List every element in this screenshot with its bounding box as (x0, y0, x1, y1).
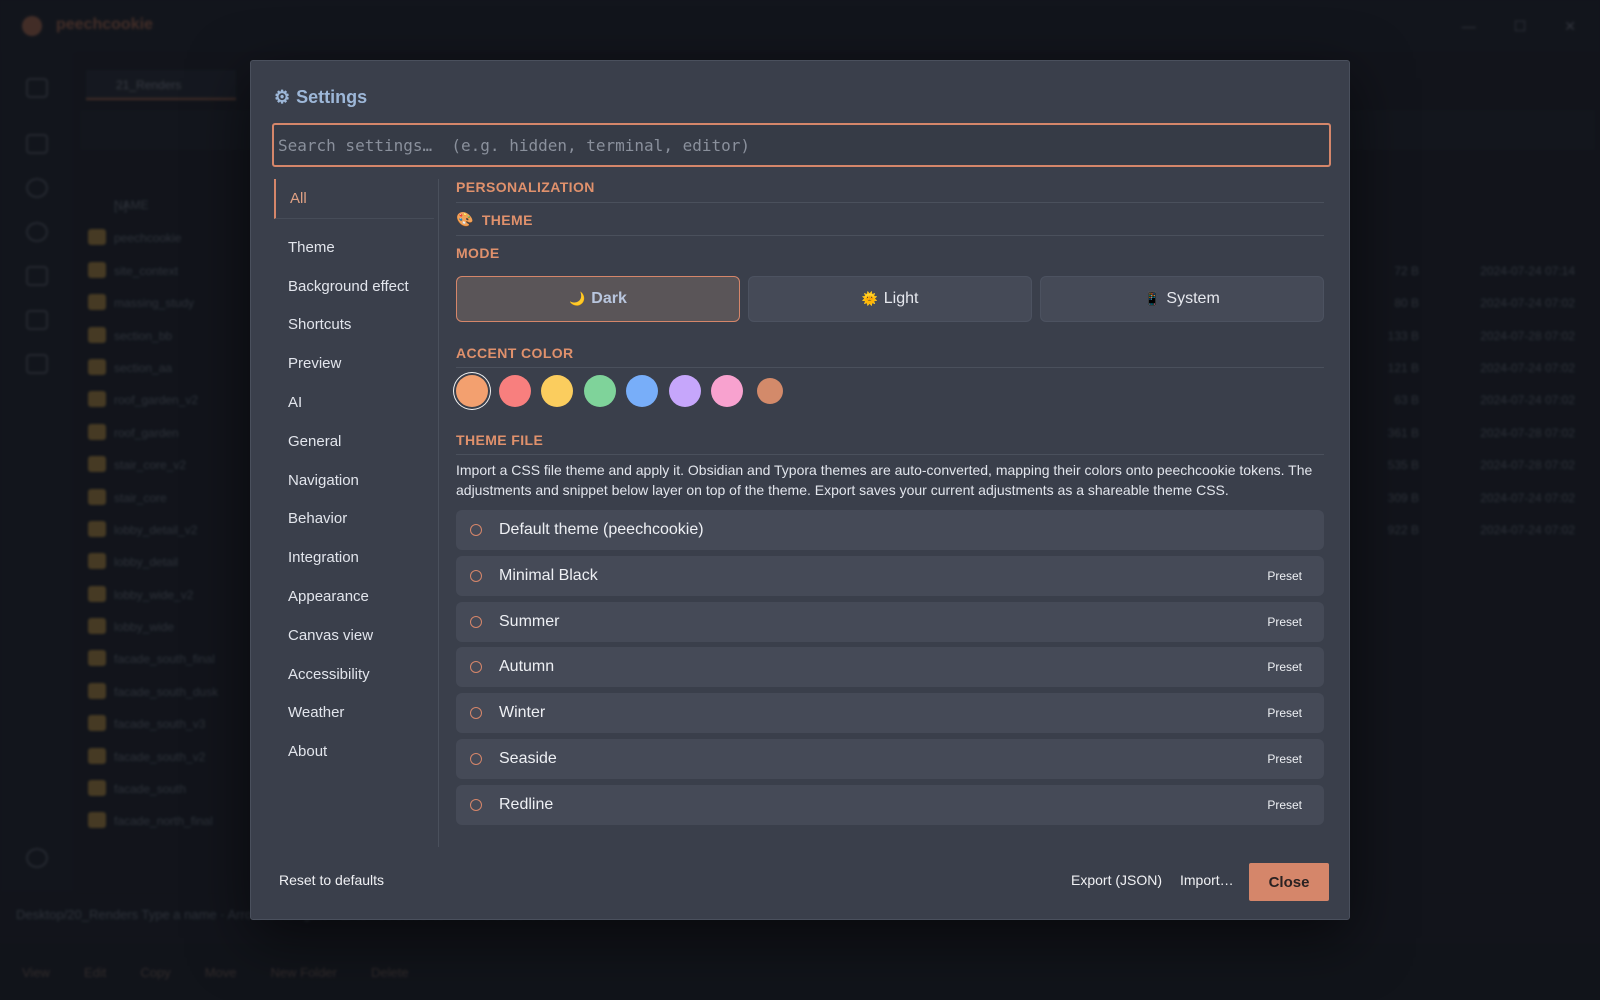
nav-item-canvas-view[interactable]: Canvas view (274, 616, 434, 655)
accent-swatch[interactable] (626, 375, 658, 407)
nav-item-accessibility[interactable]: Accessibility (274, 655, 434, 694)
theme-option[interactable]: Redline Preset (456, 784, 1324, 825)
preset-badge: Preset (1267, 568, 1302, 583)
nav-item-theme[interactable]: Theme (274, 228, 434, 267)
preset-badge: Preset (1267, 751, 1302, 766)
radio-button[interactable] (470, 569, 482, 582)
accent-color-heading: ACCENT COLOR (456, 345, 574, 361)
theme-name: Autumn (499, 658, 555, 676)
accent-swatch[interactable] (583, 375, 616, 407)
nav-item-weather[interactable]: Weather (274, 694, 434, 733)
theme-option[interactable]: Autumn Preset (456, 647, 1324, 688)
nav-divider (438, 179, 439, 847)
radio-button[interactable] (470, 524, 482, 536)
theme-name: Default theme (peechcookie) (499, 521, 704, 538)
divider (456, 454, 1324, 455)
sun-icon: 🌞 (861, 291, 878, 306)
theme-option[interactable]: Winter Preset (456, 693, 1324, 734)
export-json-button[interactable]: Export (JSON) (1071, 872, 1162, 888)
mode-label: System (1166, 290, 1220, 307)
settings-dialog: ⚙ Settings All ThemeBackground effectShor… (250, 60, 1350, 920)
accent-color-swatches (456, 375, 783, 407)
accent-swatch[interactable] (456, 375, 488, 407)
nav-item-preview[interactable]: Preview (274, 344, 434, 383)
theme-list: Default theme (peechcookie) Minimal Black… (456, 510, 1324, 831)
gear-icon: ⚙ (274, 87, 291, 107)
mode-label: Light (883, 290, 919, 307)
accent-swatch[interactable] (668, 375, 701, 407)
theme-option[interactable]: Seaside Preset (456, 738, 1324, 779)
theme-heading-text: THEME (481, 211, 533, 228)
preset-badge: Preset (1267, 660, 1302, 675)
reset-defaults-button[interactable]: Reset to defaults (279, 872, 384, 888)
palette-icon: 🎨 (456, 211, 474, 227)
theme-name: Winter (499, 704, 546, 722)
nav-item-appearance[interactable]: Appearance (274, 577, 434, 616)
mode-light-button[interactable]: 🌞 Light (748, 276, 1032, 322)
dialog-title: ⚙ Settings (274, 87, 367, 108)
preset-badge: Preset (1267, 797, 1302, 812)
search-input[interactable] (274, 125, 1329, 165)
radio-button[interactable] (470, 707, 482, 720)
accent-swatch[interactable] (541, 375, 573, 407)
mode-dark-button[interactable]: 🌙 Dark (456, 276, 740, 322)
settings-content: PERSONALIZATION 🎨 THEME MODE 🌙 Dark 🌞 Light… (456, 179, 1326, 847)
import-button[interactable]: Import… (1180, 872, 1234, 888)
mode-label: Dark (591, 290, 627, 307)
mode-system-button[interactable]: 📱 System (1040, 276, 1324, 322)
nav-item-about[interactable]: About (274, 732, 434, 771)
theme-option[interactable]: Summer Preset (456, 601, 1324, 642)
divider (456, 367, 1324, 368)
nav-item-ai[interactable]: AI (274, 383, 434, 422)
nav-item-all[interactable]: All (274, 179, 434, 219)
nav-item-background-effect[interactable]: Background effect (274, 267, 434, 306)
radio-button[interactable] (470, 798, 482, 811)
personalization-heading: PERSONALIZATION (456, 179, 595, 195)
mode-selector: 🌙 Dark 🌞 Light 📱 System (456, 276, 1324, 322)
preset-badge: Preset (1267, 614, 1302, 629)
settings-nav: All Theme Background effect Shortcuts Previe… (274, 179, 434, 847)
divider (456, 202, 1324, 203)
phone-icon: 📱 (1144, 291, 1161, 306)
nav-item-general[interactable]: General (274, 422, 434, 461)
theme-file-description: Import a CSS file theme and apply it. Ob… (456, 462, 1313, 498)
radio-button[interactable] (470, 661, 482, 674)
theme-option[interactable]: Minimal Black Preset (456, 555, 1324, 596)
divider (456, 235, 1324, 236)
theme-file-heading: THEME FILE (456, 432, 544, 448)
radio-button[interactable] (470, 615, 482, 628)
moon-icon: 🌙 (569, 291, 586, 306)
theme-name: Minimal Black (499, 566, 598, 584)
dialog-title-text: Settings (296, 87, 368, 107)
radio-button[interactable] (470, 752, 482, 765)
nav-item-shortcuts[interactable]: Shortcuts (274, 306, 434, 345)
close-button[interactable]: Close (1249, 863, 1329, 901)
nav-item-behavior[interactable]: Behavior (274, 500, 434, 539)
theme-heading: 🎨 THEME (456, 211, 533, 228)
theme-name: Summer (499, 612, 560, 630)
accent-swatch[interactable] (711, 375, 743, 407)
theme-option[interactable]: Default theme (peechcookie) (456, 510, 1324, 550)
accent-swatch[interactable] (756, 378, 783, 404)
settings-search (272, 123, 1331, 167)
theme-name: Redline (499, 795, 554, 813)
preset-badge: Preset (1267, 706, 1302, 721)
nav-item-navigation[interactable]: Navigation (274, 461, 434, 500)
mode-heading: MODE (456, 245, 500, 261)
theme-name: Seaside (499, 749, 557, 767)
nav-item-integration[interactable]: Integration (274, 538, 434, 577)
accent-swatch[interactable] (498, 375, 531, 407)
